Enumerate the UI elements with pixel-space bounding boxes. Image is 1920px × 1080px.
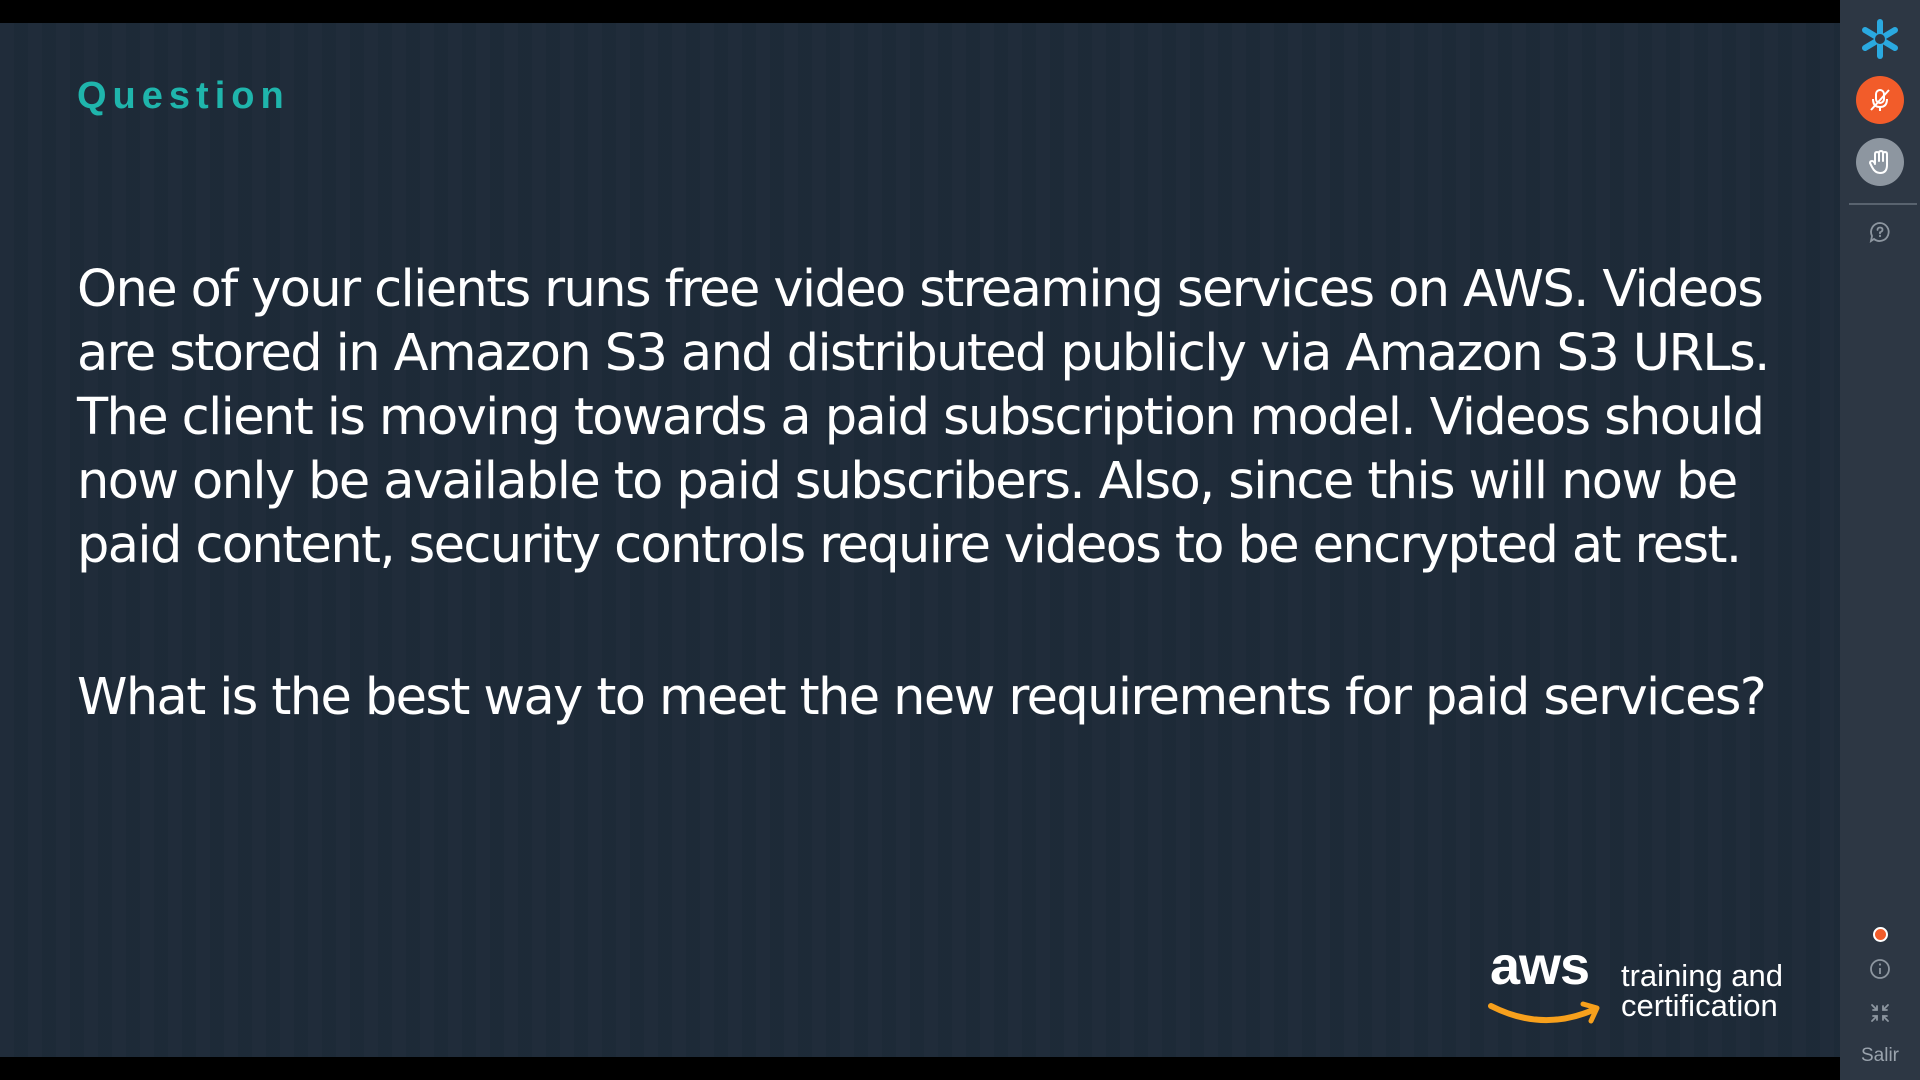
raise-hand-button[interactable]	[1856, 138, 1904, 186]
question-prompt: What is the best way to meet the new req…	[77, 668, 1767, 727]
side-toolbar: Salir	[1840, 0, 1920, 1080]
status-indicator-dot	[1873, 927, 1888, 942]
aws-tagline: training and certification	[1621, 958, 1784, 1023]
aws-training-logo: aws training and certification	[1485, 935, 1805, 1045]
info-icon	[1870, 959, 1890, 979]
help-chat-button[interactable]	[1856, 208, 1904, 256]
microphone-muted-icon	[1870, 89, 1890, 111]
presentation-slide: Question One of your clients runs free v…	[0, 23, 1840, 1057]
paragraph-line: paid content, security controls require …	[77, 516, 1742, 575]
paragraph-line: now only be available to paid subscriber…	[77, 452, 1738, 511]
collapse-icon	[1871, 1004, 1889, 1022]
tagline-line: certification	[1621, 988, 1778, 1023]
aws-logo-text: aws	[1490, 936, 1590, 996]
question-paragraph: One of your clients runs free video stre…	[77, 258, 1777, 578]
aws-smile-icon	[1488, 1001, 1600, 1024]
toolbar-divider	[1849, 203, 1917, 205]
help-chat-icon	[1869, 222, 1890, 243]
app-logo-icon	[1862, 19, 1898, 59]
slide-heading: Question	[77, 75, 290, 117]
screen: Question One of your clients runs free v…	[0, 0, 1920, 1080]
tagline-line: training and	[1621, 958, 1784, 993]
info-button[interactable]	[1856, 945, 1904, 993]
exit-button[interactable]: Salir	[1840, 1045, 1920, 1067]
collapse-button[interactable]	[1856, 989, 1904, 1037]
microphone-toggle-button[interactable]	[1856, 76, 1904, 124]
app-logo-button[interactable]	[1856, 15, 1904, 63]
paragraph-line: One of your clients runs free video stre…	[77, 260, 1764, 319]
raise-hand-icon	[1869, 150, 1888, 174]
paragraph-line: The client is moving towards a paid subs…	[77, 388, 1765, 447]
paragraph-line: are stored in Amazon S3 and distributed …	[77, 324, 1770, 383]
